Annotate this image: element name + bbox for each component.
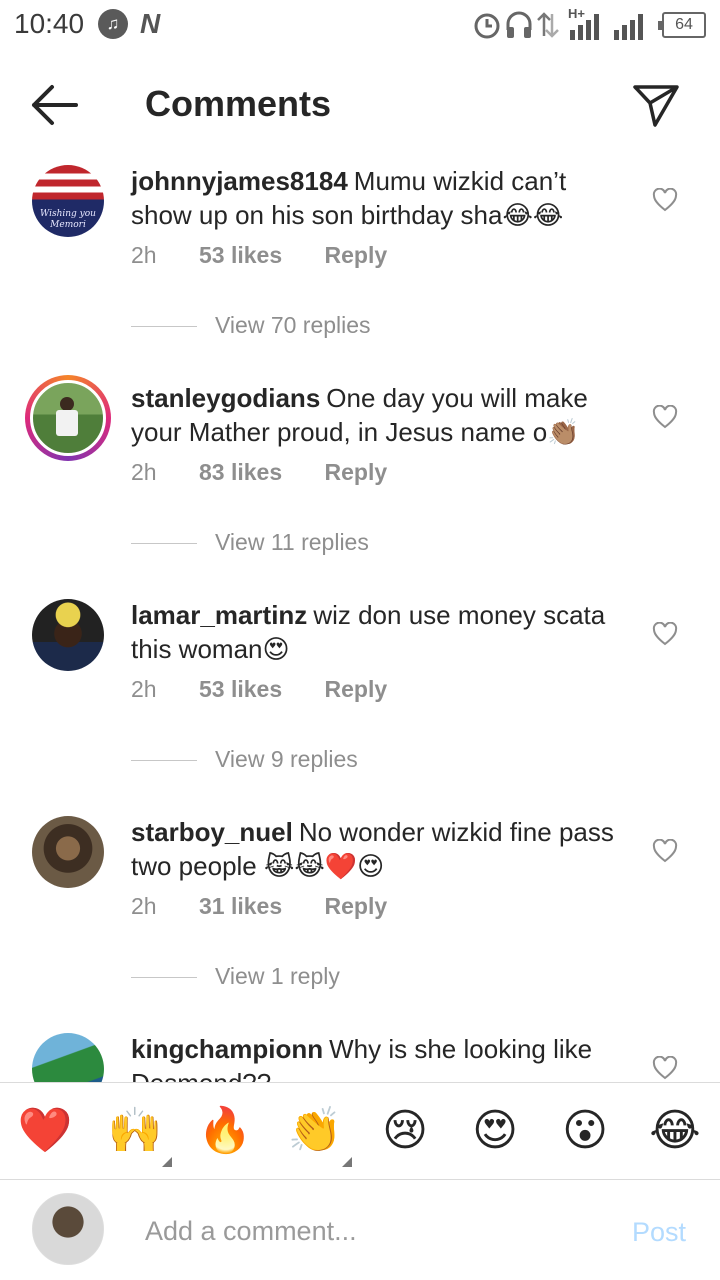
back-arrow-icon[interactable]: [26, 79, 82, 131]
heart-icon[interactable]: [652, 622, 678, 646]
heart-icon[interactable]: [652, 839, 678, 863]
comment-meta: 2h 83 likes Reply: [131, 459, 423, 486]
surprised-face-reaction-icon[interactable]: 😮: [557, 1103, 613, 1159]
avatar[interactable]: Wishing you Memori: [32, 165, 104, 237]
comment-meta: 2h 53 likes Reply: [131, 676, 423, 703]
avatar-caption: Wishing you Memori: [40, 209, 96, 230]
alarm-icon: [474, 13, 500, 39]
current-user-avatar: [32, 1193, 104, 1265]
quick-reactions-bar: ❤️ 🙌 🔥 👏 😢 😍 😮 😂: [0, 1082, 720, 1180]
view-replies-label: View 9 replies: [215, 746, 358, 772]
comment-meta: 2h 31 likes Reply: [131, 893, 423, 920]
comment-text: starboy_nuel No wonder wizkid fine pass t…: [131, 815, 621, 883]
comment-time: 2h: [131, 676, 157, 702]
comment-item: kingchampionnWhy is she looking like Des…: [0, 1028, 720, 1082]
comments-list[interactable]: Wishing you Memori johnnyjames8184 Mumu w…: [0, 155, 720, 1082]
view-replies-button[interactable]: View 70 replies: [131, 312, 371, 342]
n-notification-icon: N: [140, 8, 161, 39]
comment-time: 2h: [131, 893, 157, 919]
skin-tone-indicator-icon: [342, 1157, 352, 1167]
avatar[interactable]: [32, 599, 104, 671]
comment-item: stanleygodians One day you will make your…: [0, 375, 720, 594]
fire-reaction-icon[interactable]: 🔥: [197, 1103, 253, 1159]
comment-likes[interactable]: 31 likes: [199, 893, 282, 919]
heart-icon[interactable]: [652, 1056, 678, 1080]
view-replies-button[interactable]: View 1 reply: [131, 963, 340, 993]
divider-line: [131, 543, 197, 545]
signal-strength-icon: [570, 14, 599, 40]
page-title: Comments: [145, 83, 332, 124]
send-direct-icon[interactable]: [630, 79, 682, 131]
avatar-story-ring[interactable]: [25, 375, 111, 461]
comment-text: stanleygodians One day you will make your…: [131, 381, 621, 449]
heart-eyes-reaction-icon[interactable]: 😍: [467, 1103, 523, 1159]
comment-time: 2h: [131, 242, 157, 268]
view-replies-button[interactable]: View 11 replies: [131, 529, 369, 559]
comment-text: lamar_martinz wiz don use money scata thi…: [131, 598, 621, 666]
view-replies-label: View 11 replies: [215, 529, 369, 555]
comment-item: lamar_martinz wiz don use money scata thi…: [0, 594, 720, 811]
reply-button[interactable]: Reply: [325, 242, 388, 268]
clapping-hands-reaction-icon[interactable]: 👏: [287, 1103, 343, 1159]
comment-time: 2h: [131, 459, 157, 485]
add-comment-input[interactable]: [145, 1211, 585, 1251]
signal-strength-2-icon: [614, 14, 643, 40]
view-replies-button[interactable]: View 9 replies: [131, 746, 358, 776]
avatar[interactable]: [32, 1033, 104, 1082]
comment-username[interactable]: johnnyjames8184: [131, 166, 348, 196]
status-bar: 10:40 ♫ N H+ 64: [0, 0, 720, 50]
raising-hands-reaction-icon[interactable]: 🙌: [107, 1103, 163, 1159]
battery-icon: 64: [658, 12, 706, 38]
headphones-icon: [506, 11, 532, 38]
divider-line: [131, 977, 197, 979]
heart-icon[interactable]: [652, 405, 678, 429]
comment-username[interactable]: stanleygodians: [131, 383, 320, 413]
comment-likes[interactable]: 53 likes: [199, 676, 282, 702]
heart-icon[interactable]: [652, 188, 678, 212]
comment-likes[interactable]: 83 likes: [199, 459, 282, 485]
comment-item: Wishing you Memori johnnyjames8184 Mumu w…: [0, 160, 720, 377]
data-transfer-icon: [537, 12, 559, 38]
comment-item: starboy_nuel No wonder wizkid fine pass t…: [0, 811, 720, 1028]
avatar[interactable]: [32, 816, 104, 888]
crying-face-reaction-icon[interactable]: 😢: [377, 1103, 433, 1159]
comment-meta: 2h 53 likes Reply: [131, 242, 423, 269]
post-button[interactable]: Post: [632, 1217, 686, 1248]
view-replies-label: View 70 replies: [215, 312, 371, 338]
divider-line: [131, 326, 197, 328]
view-replies-label: View 1 reply: [215, 963, 340, 989]
red-heart-reaction-icon[interactable]: ❤️: [17, 1103, 73, 1159]
comment-username[interactable]: kingchampionn: [131, 1034, 323, 1064]
reply-button[interactable]: Reply: [325, 459, 388, 485]
skin-tone-indicator-icon: [162, 1157, 172, 1167]
header: Comments: [0, 55, 720, 155]
comment-text: johnnyjames8184 Mumu wizkid can’t show up…: [131, 164, 621, 232]
reply-button[interactable]: Reply: [325, 676, 388, 702]
comment-likes[interactable]: 53 likes: [199, 242, 282, 268]
comment-username[interactable]: starboy_nuel: [131, 817, 293, 847]
music-note-icon: ♫: [98, 9, 128, 39]
comment-username[interactable]: lamar_martinz: [131, 600, 307, 630]
status-time: 10:40: [14, 8, 85, 39]
laughing-tears-reaction-icon[interactable]: 😂: [647, 1103, 703, 1159]
divider-line: [131, 760, 197, 762]
comment-composer: Post: [0, 1181, 720, 1280]
reply-button[interactable]: Reply: [325, 893, 388, 919]
avatar: [30, 380, 106, 456]
comment-text: kingchampionnWhy is she looking like Des…: [131, 1032, 621, 1082]
